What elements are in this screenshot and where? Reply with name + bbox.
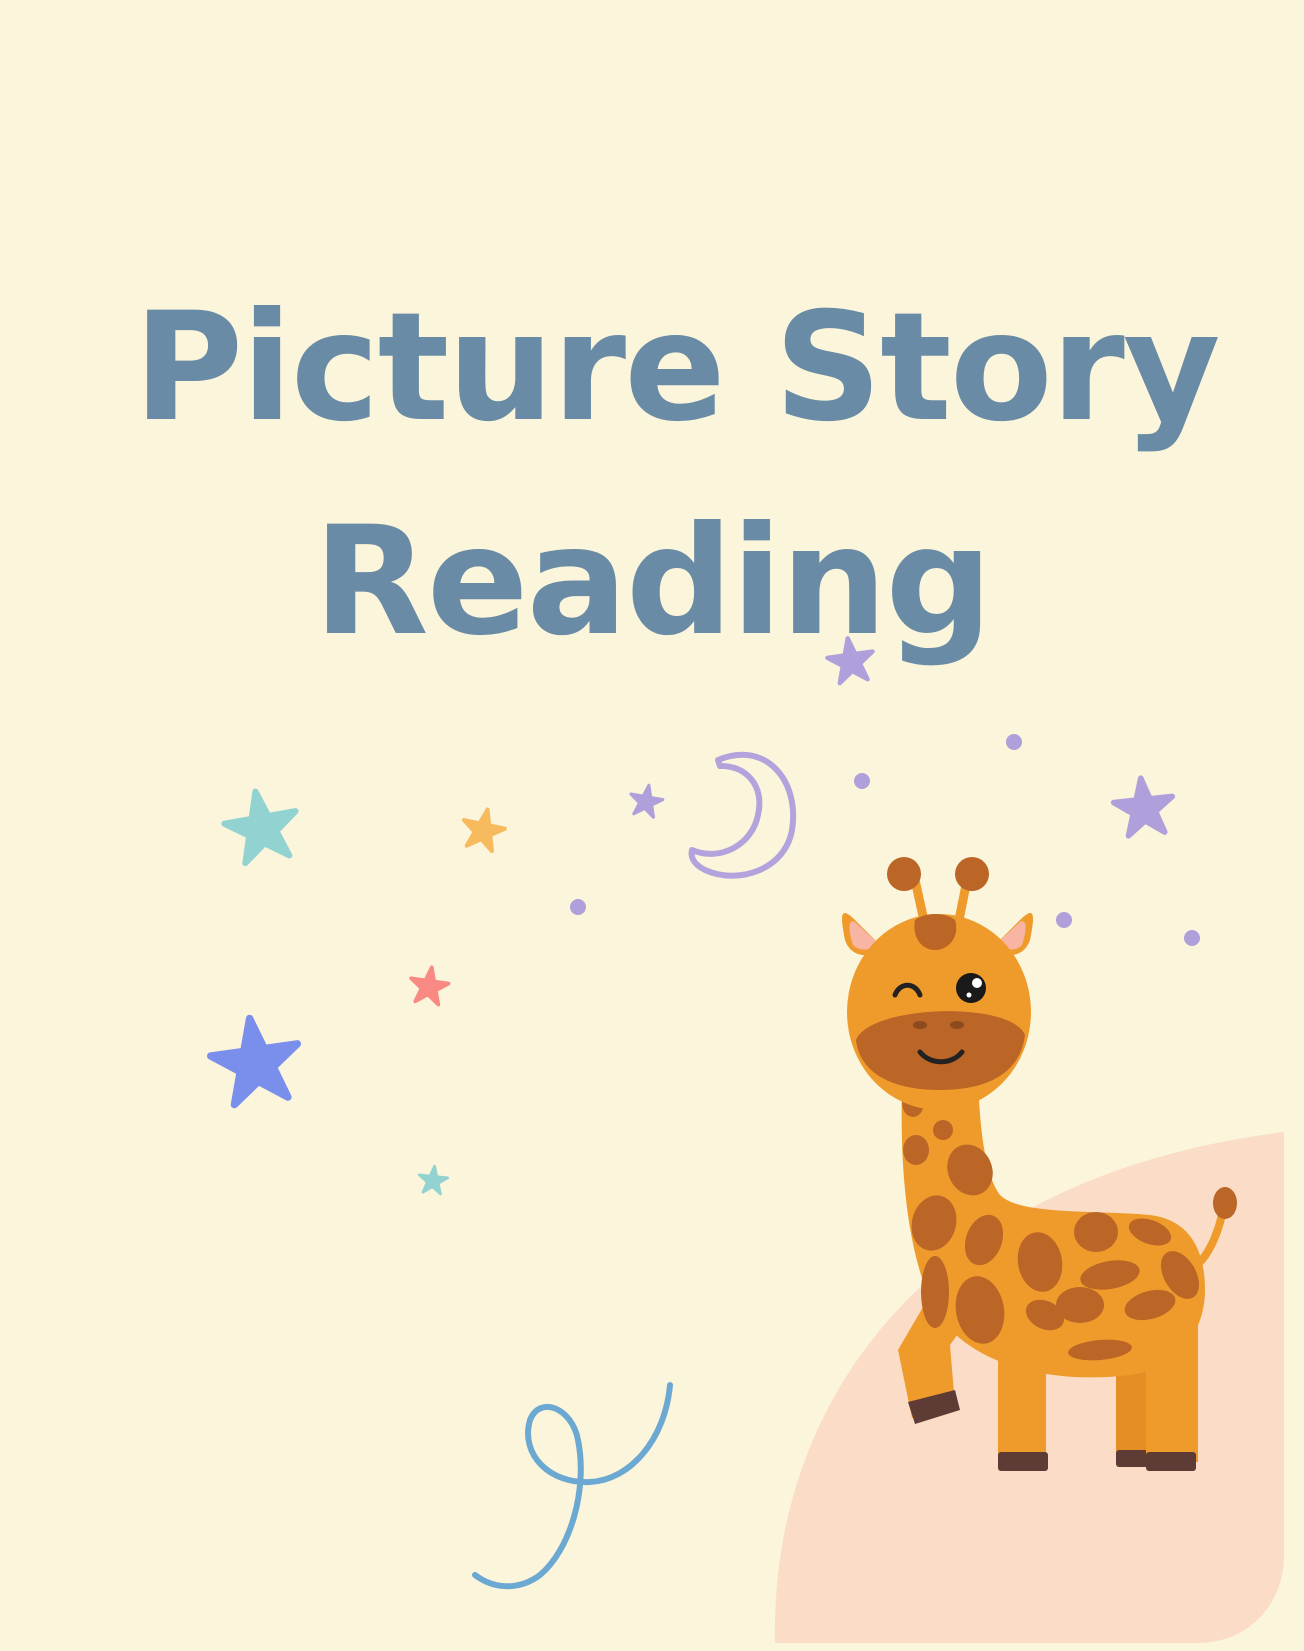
title-line-1: Picture Story [133,280,1220,455]
blue-star-icon [206,1012,304,1107]
teal-star-icon [220,785,303,865]
pink-star-icon [408,965,451,1006]
purple-star-icon [1111,775,1176,837]
title-line-2: Reading [313,494,992,669]
squiggle-line [472,1382,673,1590]
cover-page: Picture Story Reading [0,0,1304,1651]
purple-star-icon [628,782,665,818]
decorative-dots [570,734,1200,946]
page-title: Picture Story Reading [0,261,1304,689]
orange-star-icon [459,805,508,853]
background-art [0,0,1284,1643]
teal-star-icon [418,1165,449,1195]
moon-icon [688,751,797,879]
